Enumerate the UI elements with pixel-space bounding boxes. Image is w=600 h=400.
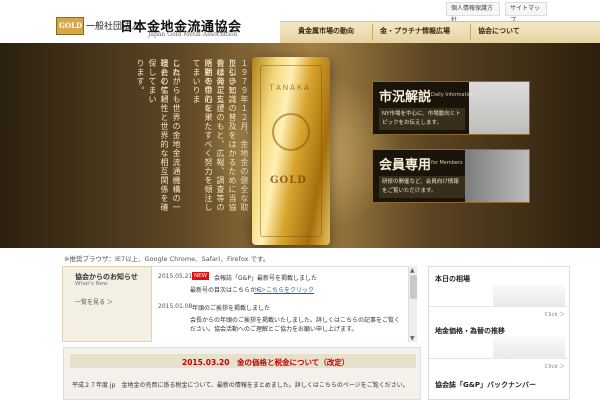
promo-description: NY市場を中心に、市場動向とトピックをお伝えします。 [379,108,465,130]
news-date: 2015.05.21 [158,273,193,280]
price-chart-icon [493,285,565,307]
history-chart-icon [493,337,565,359]
card-title: 本日の相場 [435,275,470,283]
logo-badge-text: GOLD [59,21,83,30]
hero-text-line: 社会の信頼性と世界的な相互関係を確保してまい [148,59,169,212]
promo-subtitle: Daily Information [431,92,475,98]
sidebar-widgets: 本日の相場 Click ＞ 地金価格・為替の推移 Click ＞ 協会誌「G&P… [428,266,571,400]
news-list: 2015.05.21 NEW 会報誌「G&P」最新号を掲載しました 最新号の目次… [152,266,417,342]
promo-title: 会員専用 [379,158,432,173]
logo-badge[interactable]: GOLD [56,17,84,35]
gold-bar-brand: ＴＡＮＡＫＡ [268,84,310,92]
promo-subtitle: for Members [431,160,463,166]
nav-divider [372,24,373,40]
chart-thumbnail-icon [469,82,529,134]
nav-about-association[interactable]: 協会について [478,26,520,36]
privacy-policy-link[interactable]: 個人情報保護方針 [446,2,500,24]
hero-banner: １９７９年１２月、金地金の健全な取り引きと 正しい知識の普及をはかるために当協会… [0,43,600,248]
promo-members-only[interactable]: 会員専用 for Members 研修の開催など、会員向け情報をご覧いただけます… [372,149,530,203]
click-link[interactable]: Click ＞ [545,362,565,370]
news-item-title[interactable]: 会報誌「G&P」最新号を掲載しました [214,273,317,282]
featured-body: 平成２７年度 jp 金地金の売買に係る税金について、最新の情報をまとめました。詳… [72,382,409,389]
scroll-thumb[interactable] [410,275,417,299]
main-nav: 貴金属市場の動向 金・プラチナ情報広場 協会について [280,21,600,43]
todays-price-card[interactable]: 本日の相場 Click ＞ [429,267,571,318]
hero-text-line: ります。 [136,59,145,95]
news-item-sub: 会長からの年頭のご挨拶を掲載いたしました。詳しくはこちらの記事をご覧ください。協… [190,317,401,333]
news-item-sub: 最新号の目次はこちらから [190,287,263,294]
nav-gold-platinum-info[interactable]: 金・プラチナ情報広場 [380,26,450,36]
hero-text-line: 所期の目的を果たすべく努力を傾注してまいりま [192,59,213,212]
header: GOLD 一般社団法人 日本金地金流通協会 Japan Gold Metal A… [0,0,600,43]
news-header: 協会からのお知らせ What's New 一覧を見る ＞ [62,266,152,342]
browser-notice: ※推奨ブラウザ：IE7以上、Google Chrome、Safari、Firef… [64,255,270,263]
promo-market-report[interactable]: 市況解説 Daily Information NY市場を中心に、市場動向とトピッ… [372,81,530,135]
featured-title[interactable]: 2015.03.20 金の価格と税金について（改定） [182,357,349,368]
nav-divider [470,24,471,40]
sitemap-link[interactable]: サイトマップ [505,2,547,24]
click-link[interactable]: Click ＞ [545,310,565,318]
gold-bar-seal [272,113,310,151]
card-title: 地金価格・為替の推移 [435,327,505,335]
news-date: 2015.01.08 [158,303,193,310]
promo-description: 研修の開催など、会員向け情報をご覧いただけます。 [379,176,465,198]
gold-bar-image: ＴＡＮＡＫＡ GOLD [252,57,330,245]
news-item-link[interactable]: ＞＞こちらをクリック [254,285,314,294]
nav-market-trends[interactable]: 貴金属市場の動向 [298,26,354,36]
scroll-up-icon[interactable]: ▲ [410,267,417,274]
price-history-card[interactable]: 地金価格・為替の推移 Click ＞ [429,319,571,370]
gold-bar-label: GOLD [270,175,307,186]
news-item-title[interactable]: 年頭のご挨拶を掲載しました [192,303,270,312]
meeting-photo-thumbnail [465,150,529,202]
site-title-en: Japan Gold Metal Association [148,31,238,38]
new-badge: NEW [192,272,210,280]
magazine-backnumber-card[interactable]: 協会誌「G&P」バックナンバー [429,373,571,400]
news-scrollbar[interactable]: ▲ ▼ [408,266,417,342]
scroll-down-icon[interactable]: ▼ [410,335,417,342]
promo-title: 市況解説 [379,90,432,105]
card-title: 協会誌「G&P」バックナンバー [435,381,536,389]
news-view-all-link[interactable]: 一覧を見る ＞ [75,297,113,306]
featured-article: 2015.03.20 金の価格と税金について（改定） 平成２７年度 jp 金地金… [63,347,421,400]
news-subtitle: What's New [75,281,108,287]
